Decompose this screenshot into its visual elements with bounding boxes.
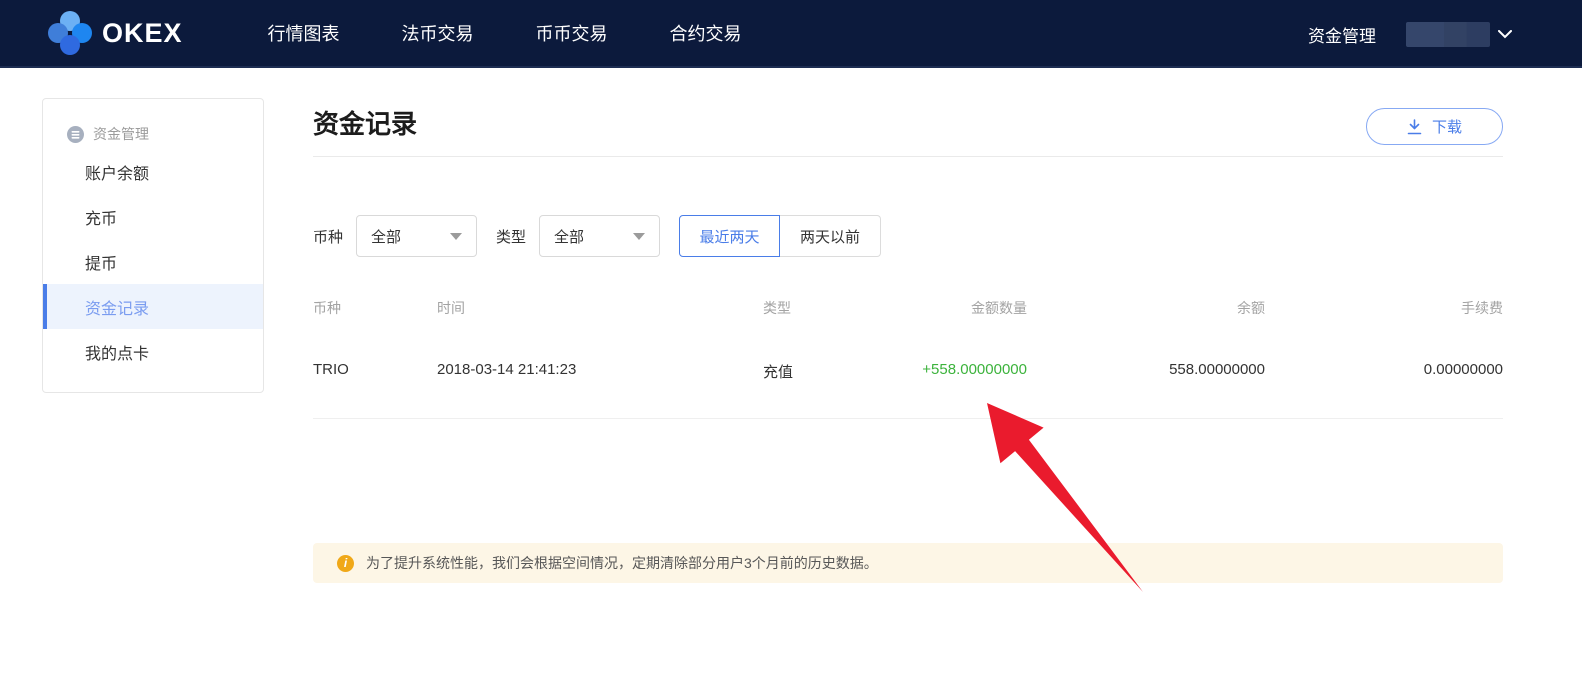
nav-item-futures-trading[interactable]: 合约交易 — [670, 20, 742, 46]
nav-item-fiat-trading[interactable]: 法币交易 — [402, 20, 474, 46]
col-header-currency: 币种 — [313, 300, 341, 316]
top-navigation-bar: OKEX 行情图表 法币交易 币币交易 合约交易 资金管理 — [0, 0, 1582, 68]
nav-item-market-charts[interactable]: 行情图表 — [268, 20, 340, 46]
download-icon — [1407, 118, 1422, 134]
user-account-dropdown[interactable] — [1406, 21, 1512, 47]
cell-currency: TRIO — [313, 361, 349, 378]
main-content: 资金记录 下载 币种 全部 类型 全部 最近两天 两天以前 币种 时间 类型 金… — [313, 98, 1503, 658]
sidebar-item-my-point-card[interactable]: 我的点卡 — [43, 329, 263, 374]
col-header-type: 类型 — [763, 300, 791, 316]
sidebar-item-label: 资金记录 — [85, 300, 150, 318]
cell-type: 充值 — [763, 364, 794, 381]
sidebar: 资金管理 账户余额 充币 提币 资金记录 我的点卡 — [42, 98, 264, 393]
sidebar-item-deposit[interactable]: 充币 — [43, 194, 263, 239]
row-divider — [313, 418, 1503, 419]
download-label: 下载 — [1431, 119, 1462, 136]
user-name-redacted — [1406, 21, 1490, 47]
sidebar-item-label: 账户余额 — [85, 165, 150, 183]
logo-text: OKEX — [102, 17, 183, 48]
info-icon: i — [337, 554, 354, 572]
date-range-toggle: 最近两天 两天以前 — [679, 215, 882, 257]
type-select[interactable]: 全部 — [539, 215, 661, 257]
type-filter-label: 类型 — [496, 228, 527, 246]
cell-time: 2018-03-14 21:41:23 — [437, 361, 577, 378]
filter-row: 币种 全部 类型 全部 最近两天 两天以前 — [313, 215, 882, 257]
col-header-fee: 手续费 — [1461, 300, 1503, 316]
sidebar-item-label: 提币 — [85, 255, 118, 273]
type-select-value: 全部 — [554, 228, 585, 246]
currency-filter-label: 币种 — [313, 228, 344, 246]
cell-fee: 0.00000000 — [1423, 361, 1503, 378]
currency-select[interactable]: 全部 — [356, 215, 478, 257]
tab-before-two-days[interactable]: 两天以前 — [780, 215, 882, 257]
nav-item-spot-trading[interactable]: 币币交易 — [536, 20, 608, 46]
caret-down-icon — [450, 232, 463, 240]
okex-logo[interactable]: OKEX — [48, 11, 183, 55]
page-title: 资金记录 — [313, 109, 418, 139]
table-header-row: 币种 时间 类型 金额数量 余额 手续费 — [313, 298, 1503, 318]
sidebar-item-account-balance[interactable]: 账户余额 — [43, 149, 263, 194]
sidebar-header-funds-management[interactable]: 资金管理 — [43, 119, 263, 149]
sidebar-item-label: 我的点卡 — [85, 345, 150, 363]
sidebar-item-label: 充币 — [85, 210, 118, 228]
cell-amount: +558.00000000 — [922, 361, 1027, 378]
top-nav-menu: 行情图表 法币交易 币币交易 合约交易 — [268, 20, 742, 46]
okex-logo-icon — [48, 11, 92, 55]
caret-down-icon — [633, 232, 646, 240]
table-row: TRIO 2018-03-14 21:41:23 充值 +558.0000000… — [313, 361, 1503, 382]
notice-text: 为了提升系统性能，我们会根据空间情况，定期清除部分用户3个月前的历史数据。 — [366, 555, 878, 571]
sidebar-item-withdraw[interactable]: 提币 — [43, 239, 263, 284]
col-header-amount: 金额数量 — [971, 300, 1027, 316]
sidebar-header-label: 资金管理 — [93, 126, 149, 142]
col-header-time: 时间 — [437, 300, 465, 316]
funds-management-link[interactable]: 资金管理 — [1308, 22, 1376, 47]
chevron-down-icon — [1498, 29, 1512, 38]
cell-balance: 558.00000000 — [1169, 361, 1265, 378]
list-icon — [67, 125, 84, 143]
tab-last-two-days[interactable]: 最近两天 — [679, 215, 781, 257]
col-header-balance: 余额 — [1237, 300, 1265, 316]
sidebar-item-funds-record[interactable]: 资金记录 — [43, 284, 263, 329]
notice-banner: i 为了提升系统性能，我们会根据空间情况，定期清除部分用户3个月前的历史数据。 — [313, 543, 1503, 583]
download-button[interactable]: 下载 — [1366, 108, 1503, 145]
title-divider — [313, 156, 1503, 157]
currency-select-value: 全部 — [371, 228, 402, 246]
